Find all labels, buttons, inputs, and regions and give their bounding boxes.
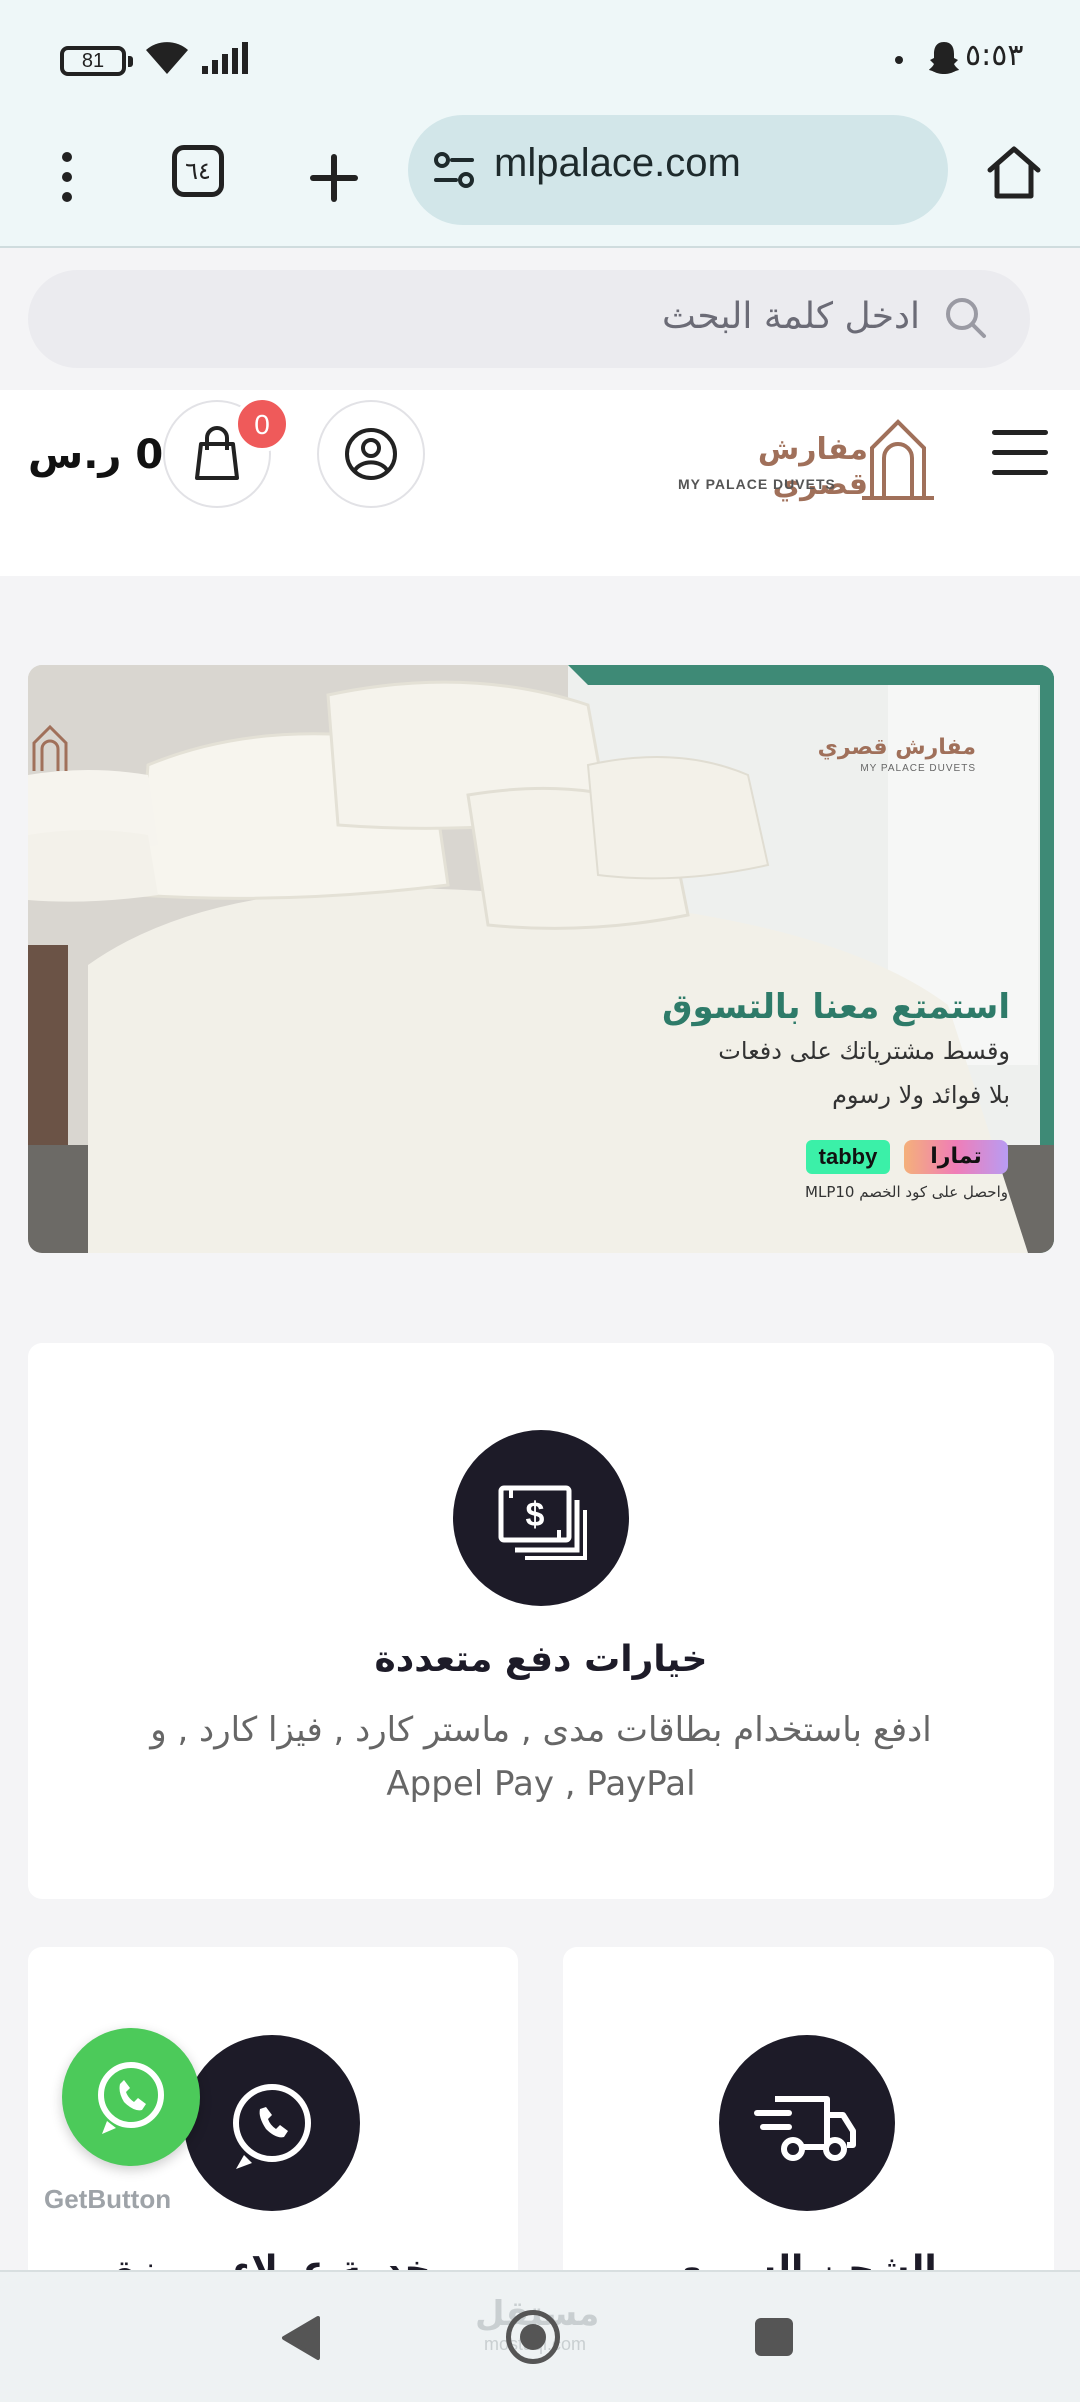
- truck-icon: [754, 2096, 856, 2161]
- account-button[interactable]: [317, 400, 425, 508]
- feature-card-shipping: الشحن السريع: [563, 1947, 1054, 2307]
- promo-banner[interactable]: مفارش قصري MY PALACE DUVETS استمتع معنا …: [28, 665, 1054, 1253]
- site-settings-icon[interactable]: [432, 148, 476, 192]
- home-icon[interactable]: [985, 144, 1043, 200]
- clock: ٥:٥٣: [965, 38, 1024, 73]
- more-icon[interactable]: [52, 148, 82, 208]
- whatsapp-icon: [98, 2062, 164, 2134]
- cash-icon: $: [498, 1485, 587, 1560]
- snapchat-icon: [929, 42, 959, 74]
- battery-indicator: 81: [60, 46, 133, 76]
- payment-description: ادفع باستخدام بطاقات مدى , ماستر كارد , …: [150, 1710, 932, 1804]
- browser-toolbar: ٦٤ mlpalace.com: [0, 115, 1080, 248]
- url-text[interactable]: mlpalace.com: [494, 141, 741, 186]
- whatsapp-float-button[interactable]: [62, 2028, 200, 2166]
- feature-card-payment: $ خيارات دفع متعددة ادفع باستخدام بطاقات…: [28, 1343, 1054, 1899]
- tabby-badge: tabby: [806, 1140, 890, 1174]
- signal-icon: [202, 42, 248, 74]
- banner-logo-english: MY PALACE DUVETS: [860, 763, 976, 774]
- banner-logo-mark: [32, 724, 68, 771]
- support-icon-circle: [184, 2035, 360, 2211]
- svg-text:$: $: [526, 1496, 545, 1534]
- shipping-icon-circle: [719, 2035, 895, 2211]
- site-header: 0 ر.س 0 مفارش قصري MY PALACE DUVETS: [0, 390, 1080, 576]
- search-section: ادخل كلمة البحث: [0, 248, 1080, 388]
- menu-icon[interactable]: [992, 430, 1048, 478]
- home-nav-button[interactable]: [506, 2310, 560, 2364]
- user-icon: [345, 428, 397, 480]
- recents-icon[interactable]: [755, 2318, 793, 2356]
- search-icon[interactable]: [942, 294, 990, 342]
- address-bar[interactable]: mlpalace.com: [408, 115, 948, 225]
- tamara-badge: تمارا: [904, 1140, 1008, 1174]
- search-input[interactable]: ادخل كلمة البحث: [28, 270, 1030, 368]
- cart-total[interactable]: 0 ر.س: [28, 432, 163, 478]
- banner-line-2: بلا فوائد ولا رسوم: [832, 1081, 1010, 1109]
- search-placeholder: ادخل كلمة البحث: [661, 296, 920, 337]
- payment-title: خيارات دفع متعددة: [374, 1639, 708, 1680]
- site-logo[interactable]: مفارش قصري MY PALACE DUVETS: [672, 414, 938, 504]
- banner-logo-arabic: مفارش قصري: [817, 735, 976, 760]
- status-bar: 81 ٥:٥٣: [0, 0, 1080, 118]
- wifi-icon: [146, 42, 188, 74]
- cart-count-badge: 0: [234, 396, 290, 452]
- banner-headline: استمتع معنا بالتسوق: [662, 987, 1010, 1027]
- getbutton-credit[interactable]: GetButton: [44, 2184, 171, 2215]
- tabs-button[interactable]: ٦٤: [172, 145, 224, 197]
- system-nav-bar: مستقل mostaql.com: [0, 2270, 1080, 2402]
- logo-mark: [862, 419, 934, 500]
- new-tab-button[interactable]: [304, 148, 364, 208]
- logo-english: MY PALACE DUVETS: [678, 476, 836, 492]
- whatsapp-icon: [233, 2084, 311, 2169]
- banner-line-1: وقسط مشترياتك على دفعات: [718, 1037, 1010, 1065]
- notification-dot: [895, 56, 903, 64]
- promo-code-text: واحصل على كود الخصم MLP10: [805, 1183, 1008, 1201]
- back-icon[interactable]: [280, 2314, 322, 2362]
- payment-icon-circle: $: [453, 1430, 629, 1606]
